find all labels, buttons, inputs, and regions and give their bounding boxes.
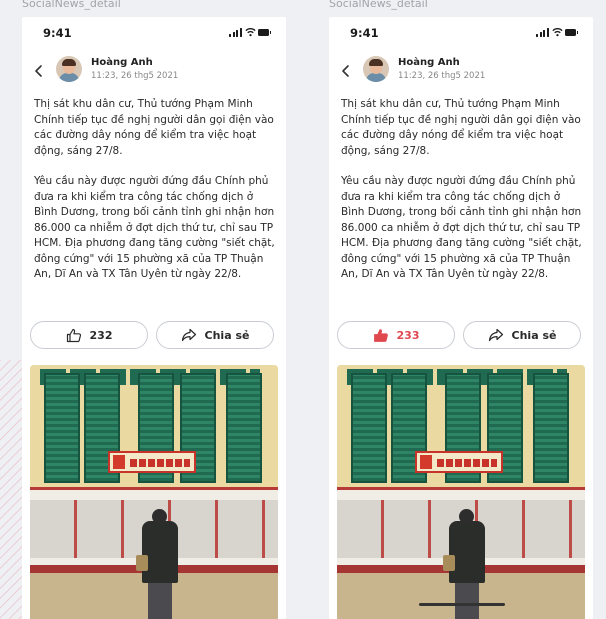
status-time: 9:41 — [350, 26, 379, 40]
status-icons — [229, 28, 271, 38]
frame-label: SocialNews_detail — [329, 0, 428, 10]
status-bar: 9:41 — [22, 17, 286, 47]
post-timestamp: 11:23, 26 thg5 2021 — [398, 71, 486, 81]
post-paragraph: Thị sát khu dân cư, Thủ tướng Phạm Minh … — [341, 98, 581, 157]
share-label: Chia sẻ — [511, 328, 557, 342]
phone-screen-default: 9:41 Hoàng Anh 11:23, 26 thg5 2021 Thị s… — [22, 17, 286, 619]
post-header: Hoàng Anh 11:23, 26 thg5 2021 — [22, 53, 286, 89]
phone-screen-liked: 9:41 Hoàng Anh 11:23, 26 thg5 2021 Thị s… — [329, 17, 593, 619]
status-time: 9:41 — [43, 26, 72, 40]
signal-icon — [229, 28, 242, 37]
status-bar: 9:41 — [329, 17, 593, 47]
post-image[interactable] — [30, 365, 278, 619]
avatar[interactable] — [56, 56, 82, 82]
newspaper-signboard — [415, 451, 503, 473]
share-label: Chia sẻ — [204, 328, 250, 342]
share-arrow-icon — [488, 328, 503, 342]
post-header: Hoàng Anh 11:23, 26 thg5 2021 — [329, 53, 593, 89]
like-button[interactable]: 233 — [337, 321, 455, 349]
chevron-left-icon[interactable] — [30, 61, 48, 81]
post-paragraph: Yêu cầu này được người đứng đầu Chính ph… — [34, 175, 275, 280]
newspaper-signboard — [108, 451, 196, 473]
author-name[interactable]: Hoàng Anh — [398, 57, 460, 68]
thumbs-up-filled-icon — [373, 328, 388, 342]
author-name[interactable]: Hoàng Anh — [91, 57, 153, 68]
chevron-left-icon[interactable] — [337, 61, 355, 81]
thumbs-up-icon — [66, 328, 81, 342]
wifi-icon — [552, 28, 563, 37]
post-paragraph: Yêu cầu này được người đứng đầu Chính ph… — [341, 175, 582, 280]
home-indicator[interactable] — [419, 603, 505, 606]
post-image[interactable] — [337, 365, 585, 619]
share-button[interactable]: Chia sẻ — [463, 321, 581, 349]
status-icons — [536, 28, 578, 38]
avatar[interactable] — [363, 56, 389, 82]
share-arrow-icon — [181, 328, 196, 342]
post-paragraph: Thị sát khu dân cư, Thủ tướng Phạm Minh … — [34, 98, 274, 157]
battery-icon — [565, 29, 578, 36]
share-button[interactable]: Chia sẻ — [156, 321, 274, 349]
post-content: Thị sát khu dân cư, Thủ tướng Phạm Minh … — [34, 97, 278, 298]
signal-icon — [536, 28, 549, 37]
battery-icon — [258, 29, 271, 36]
post-timestamp: 11:23, 26 thg5 2021 — [91, 71, 179, 81]
frame-label: SocialNews_detail — [22, 0, 121, 10]
like-count: 232 — [89, 328, 113, 342]
like-button[interactable]: 232 — [30, 321, 148, 349]
post-content: Thị sát khu dân cư, Thủ tướng Phạm Minh … — [341, 97, 585, 298]
wifi-icon — [245, 28, 256, 37]
like-count: 233 — [396, 328, 420, 342]
